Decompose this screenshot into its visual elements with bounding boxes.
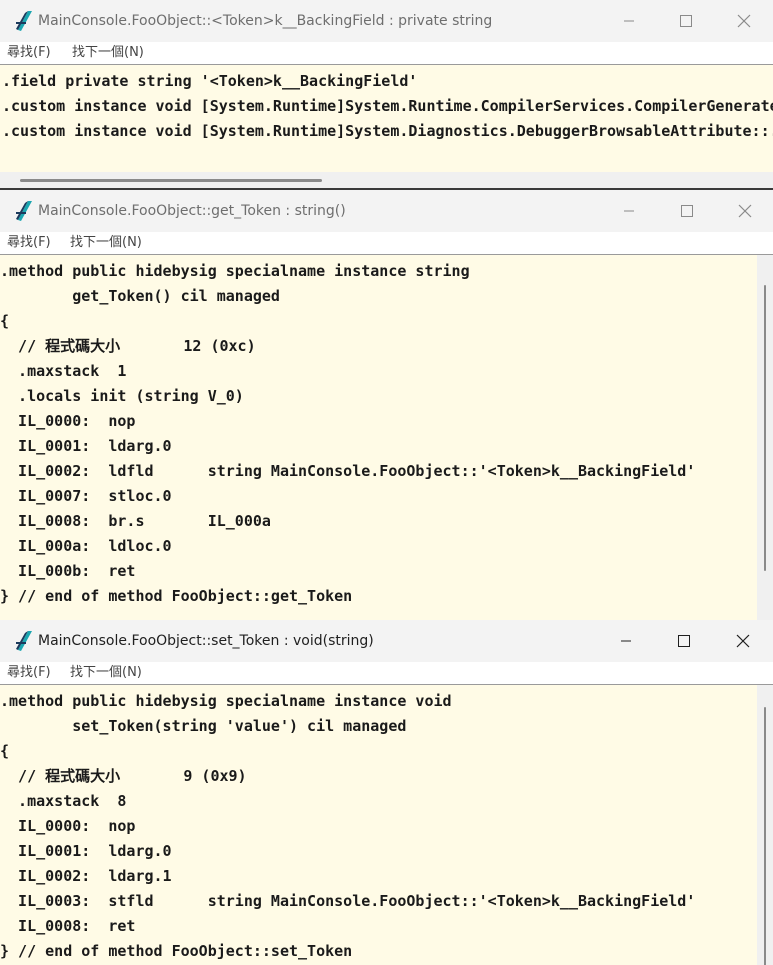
scrollbar-thumb[interactable] [20, 179, 322, 182]
menu-find-next[interactable]: 找下一個(N) [72, 44, 144, 62]
window-title: MainConsole.FooObject::<Token>k__Backing… [38, 13, 493, 29]
code-panel[interactable]: .field private string '<Token>k__Backing… [0, 64, 773, 188]
minimize-button[interactable] [600, 0, 658, 42]
close-button[interactable] [715, 0, 773, 42]
title-bar[interactable]: MainConsole.FooObject::<Token>k__Backing… [0, 0, 773, 42]
scrollbar-thumb[interactable] [764, 707, 766, 965]
maximize-button[interactable] [657, 0, 715, 42]
il-code: .method public hidebysig specialname ins… [0, 692, 696, 960]
menu-bar: 尋找(F) 找下一個(N) [0, 662, 773, 684]
menu-find-next[interactable]: 找下一個(N) [70, 664, 142, 682]
title-bar[interactable]: MainConsole.FooObject::set_Token : void(… [0, 620, 773, 662]
minimize-icon [624, 20, 634, 22]
close-icon [736, 634, 750, 648]
close-icon [737, 14, 751, 28]
minimize-button[interactable] [600, 190, 658, 232]
close-icon [738, 204, 752, 218]
maximize-icon [681, 205, 693, 217]
window-title: MainConsole.FooObject::get_Token : strin… [38, 203, 346, 219]
maximize-button[interactable] [658, 190, 716, 232]
maximize-icon [678, 635, 690, 647]
get-token-window: MainConsole.FooObject::get_Token : strin… [0, 190, 773, 621]
code-panel[interactable]: .method public hidebysig specialname ins… [0, 684, 773, 965]
close-button[interactable] [716, 190, 773, 232]
menu-find-next[interactable]: 找下一個(N) [70, 234, 142, 252]
minimize-button[interactable] [597, 620, 655, 662]
field-window: MainConsole.FooObject::<Token>k__Backing… [0, 0, 773, 190]
il-code: .method public hidebysig specialname ins… [0, 262, 696, 605]
menu-bar: 尋找(F) 找下一個(N) [0, 42, 773, 64]
code-panel[interactable]: .method public hidebysig specialname ins… [0, 254, 773, 620]
horizontal-scrollbar[interactable] [0, 172, 773, 188]
set-token-window: MainConsole.FooObject::set_Token : void(… [0, 620, 773, 965]
vertical-scrollbar[interactable] [757, 255, 773, 620]
minimize-icon [621, 640, 631, 642]
ildasm-pen-icon [16, 201, 32, 221]
vertical-scrollbar[interactable] [757, 685, 773, 965]
menu-find[interactable]: 尋找(F) [7, 234, 51, 252]
il-code: .field private string '<Token>k__Backing… [2, 72, 773, 140]
minimize-icon [624, 210, 634, 212]
scrollbar-thumb[interactable] [764, 285, 766, 571]
maximize-icon [680, 15, 692, 27]
maximize-button[interactable] [655, 620, 713, 662]
menu-find[interactable]: 尋找(F) [7, 44, 51, 62]
ildasm-pen-icon [16, 11, 32, 31]
menu-find[interactable]: 尋找(F) [7, 664, 51, 682]
ildasm-pen-icon [16, 631, 32, 651]
window-title: MainConsole.FooObject::set_Token : void(… [38, 633, 374, 649]
close-button[interactable] [714, 620, 772, 662]
title-bar[interactable]: MainConsole.FooObject::get_Token : strin… [0, 190, 773, 232]
menu-bar: 尋找(F) 找下一個(N) [0, 232, 773, 254]
